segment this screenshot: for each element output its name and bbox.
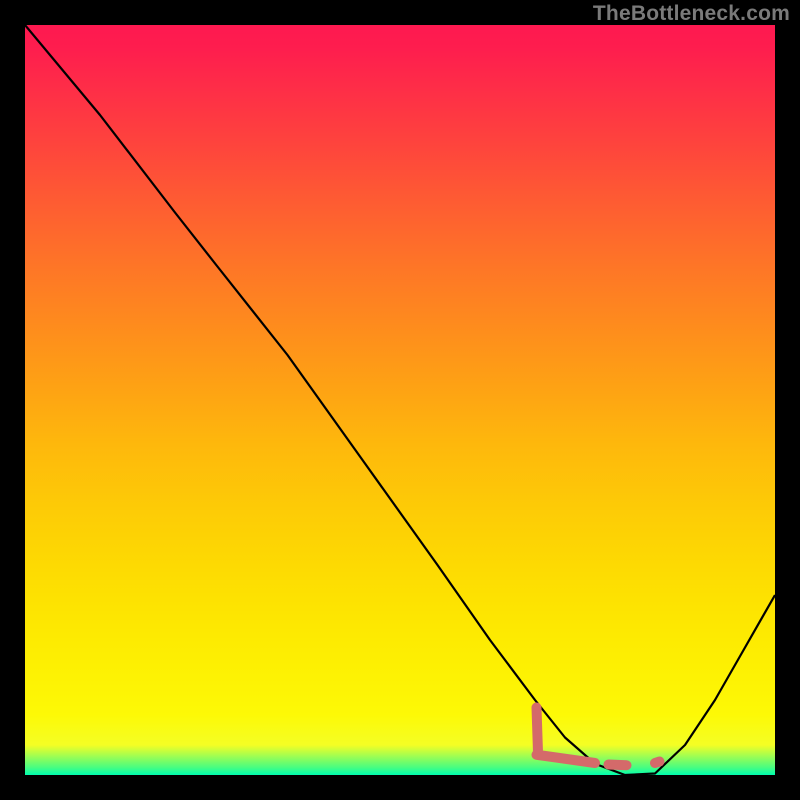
highlight-segment (537, 708, 539, 753)
chart-svg (25, 25, 775, 775)
highlight-layer (537, 708, 660, 766)
curve-layer (25, 25, 775, 775)
highlight-segment (609, 765, 627, 766)
watermark-text: TheBottleneck.com (593, 2, 790, 26)
highlight-segment (655, 762, 660, 764)
chart-container: TheBottleneck.com (0, 0, 800, 800)
plot-area (25, 25, 775, 775)
bottleneck-curve-path (25, 25, 775, 775)
